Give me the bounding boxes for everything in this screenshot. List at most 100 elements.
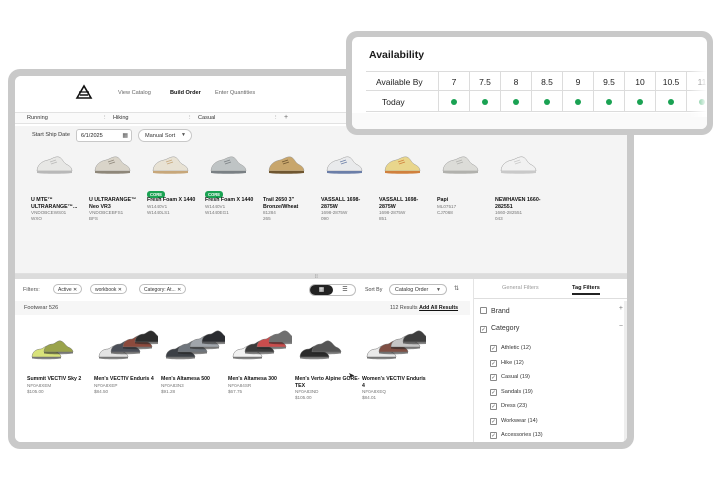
catalog-grid: Summit VECTIV Sky 2 NF0A8XEM $105.00 Men's … (15, 315, 470, 442)
category-filter-item[interactable]: ✓ Hike (12) (490, 359, 524, 367)
grid-view-icon[interactable]: ▦ (310, 285, 333, 295)
order-product-card[interactable]: NEWHAVEN 1660-282551 1660-282551 043 (495, 152, 549, 222)
catalog-item-price: $91.28 (161, 388, 176, 394)
catalog-item-price: $105.00 (295, 395, 312, 401)
order-product-card[interactable]: U ULTRARANGE™ Neo VR3 VNDOBCEBFS1 BFS (89, 152, 143, 222)
collapse-icon[interactable]: − (619, 323, 623, 330)
availability-cell (593, 92, 624, 112)
catalog-item-card[interactable]: Men's Altamesa 500 NF0A83N3 $91.28 (161, 321, 232, 395)
catalog-item-price: $105.00 (27, 388, 44, 394)
side-panel-scrollbar[interactable] (624, 301, 627, 442)
sort-direction-icon[interactable]: ⇅ (454, 285, 459, 292)
tab-menu-icon[interactable]: ⋮ (273, 115, 279, 121)
chevron-down-icon: ▼ (181, 132, 186, 138)
order-product-card[interactable]: U MTE™ ULTRARANGE™... VNDOBCEWS01 WXO (31, 152, 85, 222)
tab-tag-filters[interactable]: Tag Filters (572, 285, 600, 295)
tab-menu-icon[interactable]: ⋮ (102, 115, 108, 121)
category-filter-label: Athletic (12) (501, 345, 531, 351)
tab-underline (474, 298, 627, 299)
category-filter-item[interactable]: ✓ Casual (19) (490, 374, 530, 381)
checkbox-checked-icon[interactable]: ✓ (490, 388, 497, 396)
order-product-card[interactable]: CORE Fresh Foam X 1440 W1440V1 W1440EG1 (205, 152, 259, 216)
filter-chip-category[interactable]: Category: At... ✕ (139, 284, 187, 294)
close-icon[interactable]: ✕ (177, 287, 181, 293)
add-all-results-link[interactable]: Add All Results (419, 305, 458, 311)
calendar-icon[interactable]: ▦ (122, 132, 128, 139)
tab-hiking[interactable]: Hiking (113, 115, 129, 121)
shoe-image (210, 156, 247, 174)
order-product-card[interactable]: Papi ML07517 CJ7068 (437, 152, 491, 216)
category-filter-label: Sandals (19) (501, 388, 533, 395)
add-tab-icon[interactable]: + (284, 114, 288, 121)
in-stock-dot-icon (668, 99, 674, 105)
size-header-cell: 7 (438, 72, 469, 92)
shoe-image (94, 156, 131, 174)
category-filter-label: Casual (19) (501, 374, 530, 380)
product-name: NEWHAVEN 1660-282551 (495, 197, 541, 210)
list-view-icon[interactable]: ☰ (334, 285, 356, 295)
shoe-image (384, 156, 421, 174)
brand-logo-icon[interactable] (75, 84, 93, 102)
catalog-item-card[interactable]: Men's Verto Alpine GORE-TEX NF0A83ND $105.… (295, 321, 361, 401)
checkbox-checked-icon[interactable]: ✓ (490, 359, 497, 367)
tab-general-filters[interactable]: General Filters (502, 285, 539, 291)
tab-running[interactable]: Running (27, 115, 48, 121)
order-product-card[interactable]: Trail 2650 3" Bronze/Wheat 81284 265 (263, 152, 317, 222)
in-stock-dot-icon (451, 99, 457, 105)
order-product-card[interactable]: VASSALL 1698-2875W 1698-2875W 090 (321, 152, 375, 222)
catalog-shoe-image (299, 340, 342, 360)
size-header-cell: 10 (624, 72, 655, 92)
catalog-item-card[interactable]: Men's Altamesa 300 NF0A84SR $67.75 (228, 321, 299, 395)
in-stock-dot-icon (575, 99, 581, 105)
checkbox-checked-icon[interactable]: ✓ (490, 374, 497, 381)
brand-section[interactable]: Brand (480, 307, 510, 315)
checkbox-checked-icon[interactable]: ✓ (490, 345, 497, 352)
filter-chip-active[interactable]: Active ✕ (53, 284, 83, 294)
category-filter-item[interactable]: ✓ Dress (23) (490, 403, 527, 410)
shoe-image (442, 156, 479, 174)
catalog-item-card[interactable]: Women's VECTIV Enduris 4 NF0A8XEQ $84.01 (362, 321, 433, 401)
shoe-image (500, 156, 537, 174)
checkbox-checked-icon[interactable]: ✓ (490, 403, 497, 410)
category-filter-item[interactable]: ✓ Sandals (19) (490, 388, 533, 396)
order-product-card[interactable]: VASSALL 1698-2875W 1698-2875W 851 (379, 152, 433, 222)
close-icon[interactable]: ✕ (73, 287, 77, 293)
tab-menu-icon[interactable]: ⋮ (187, 115, 193, 121)
product-code: 090 (321, 216, 329, 222)
catalog-shoe-image (31, 340, 74, 360)
category-filter-item[interactable]: ✓ Accessories (13) (490, 432, 543, 439)
checkbox-checked-icon[interactable]: ✓ (490, 432, 497, 439)
category-filter-item[interactable]: ✓ Athletic (12) (490, 345, 531, 352)
ship-date-label: Start Ship Date (32, 132, 70, 138)
checkbox-checked-icon[interactable]: ✓ (490, 417, 497, 425)
product-name: VASSALL 1698-2875W (321, 197, 361, 210)
sort-by-label: Sort By (365, 287, 383, 293)
catalog-item-card[interactable]: Men's VECTIV Enduris 4 NF0A8XEP $84.50 (94, 321, 165, 395)
brand-checkbox[interactable] (480, 307, 487, 314)
category-checkbox[interactable]: ✓ (480, 326, 487, 333)
product-name: U MTE™ ULTRARANGE™... (31, 197, 78, 210)
sort-by-dropdown[interactable]: Catalog Order ▼ (389, 284, 447, 295)
nav-build-order[interactable]: Build Order (170, 90, 201, 96)
tab-casual[interactable]: Casual (198, 115, 215, 121)
manual-sort-dropdown[interactable]: Manual Sort ▼ (138, 129, 192, 142)
nav-view-catalog[interactable]: View Catalog (118, 90, 151, 96)
category-section[interactable]: ✓ Category (480, 325, 519, 333)
in-stock-dot-icon (637, 99, 643, 105)
product-name: Papi (437, 197, 449, 203)
order-product-card[interactable]: CORE Fresh Foam X 1440 W1440V1 W1440LS1 (147, 152, 201, 216)
mouse-cursor-icon: ➤ (348, 371, 355, 380)
availability-cell (562, 92, 593, 112)
ship-date-field[interactable]: 6/1/2025 ▦ (76, 129, 132, 142)
size-header-cell: 9.5 (593, 72, 624, 92)
close-icon[interactable]: ✕ (118, 287, 122, 293)
expand-icon[interactable]: + (619, 305, 623, 312)
product-code: 851 (379, 216, 387, 222)
category-filter-item[interactable]: ✓ Workwear (14) (490, 417, 538, 425)
nav-enter-quantities[interactable]: Enter Quantities (215, 90, 255, 96)
catalog-item-card[interactable]: Summit VECTIV Sky 2 NF0A8XEM $105.00 (27, 321, 93, 395)
product-code: CJ7068 (437, 209, 453, 215)
results-summary: 112 Results Add All Results (390, 305, 458, 311)
filter-chip-workbook[interactable]: workbook ✕ (90, 284, 127, 294)
category-label: Category (491, 325, 520, 332)
